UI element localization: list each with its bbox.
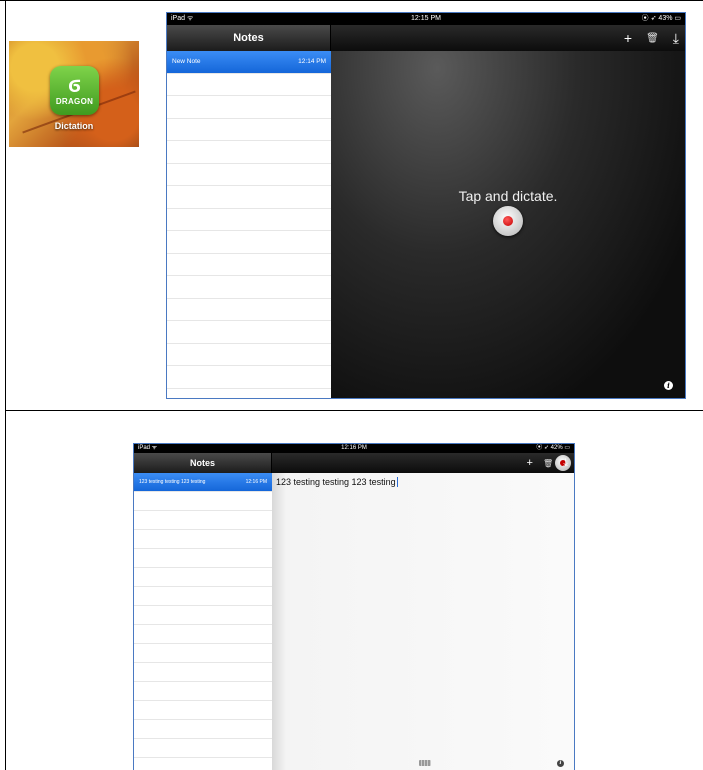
empty-row (167, 344, 331, 366)
ipad-screenshot-dictate: iPad ᯤ 12:15 PM ⦿ ➶ 43% ▭ Notes + 🗑 ⤓ Ne… (166, 12, 686, 399)
empty-row (167, 276, 331, 299)
empty-row (134, 663, 272, 682)
note-editor[interactable]: 123 testing testing 123 testing i (272, 473, 574, 770)
status-bar: iPad ᯤ 12:16 PM ⦿ ➶ 42% ▭ (134, 444, 574, 453)
editor-text[interactable]: 123 testing testing 123 testing (276, 477, 398, 487)
info-icon[interactable]: i (664, 381, 673, 390)
dragon-logo-icon: ϭ (68, 72, 81, 97)
dragon-dictation-app-icon[interactable]: ϭ DRAGON (50, 66, 99, 115)
trash-icon[interactable]: 🗑 (543, 459, 553, 468)
plus-icon[interactable]: + (624, 30, 632, 46)
list-item[interactable]: New Note 12:14 PM (167, 51, 331, 74)
empty-row (134, 530, 272, 549)
empty-row (167, 299, 331, 321)
note-time: 12:14 PM (298, 58, 326, 66)
dictation-prompt: Tap and dictate. (458, 188, 558, 204)
plus-icon[interactable]: + (527, 457, 533, 469)
empty-row (167, 209, 331, 231)
empty-row (167, 366, 331, 389)
empty-row (167, 74, 331, 96)
frame-line (5, 410, 703, 411)
battery-status: ⦿ ➶ 42% ▭ (536, 445, 570, 451)
empty-row (134, 720, 272, 739)
empty-row (134, 682, 272, 701)
empty-row (167, 164, 331, 186)
notes-title: Notes (167, 25, 331, 51)
status-time: 12:15 PM (411, 15, 441, 22)
notes-title: Notes (134, 453, 272, 473)
frame-line (0, 0, 703, 1)
trash-icon[interactable]: 🗑 (646, 33, 659, 44)
empty-row (134, 644, 272, 663)
dragon-logo-word: DRAGON (55, 97, 94, 106)
dragon-app-tile: ϭ DRAGON Dictation (9, 41, 139, 147)
notes-list: 123 testing testing 123 testing 12:16 PM (134, 473, 272, 770)
empty-row (134, 587, 272, 606)
empty-row (134, 739, 272, 758)
note-title: New Note (172, 58, 201, 66)
empty-row (134, 568, 272, 587)
list-item[interactable]: 123 testing testing 123 testing 12:16 PM (134, 473, 272, 492)
empty-row (134, 549, 272, 568)
empty-row (134, 701, 272, 720)
empty-row (167, 231, 331, 254)
ipad-screenshot-editor: iPad ᯤ 12:16 PM ⦿ ➶ 42% ▭ Notes + 🗑 ⤓ 12… (133, 443, 575, 770)
record-dot-icon (503, 216, 513, 226)
note-title: 123 testing testing 123 testing (139, 479, 206, 485)
note-time: 12:16 PM (245, 479, 267, 485)
empty-row (167, 141, 331, 164)
empty-row (134, 758, 272, 770)
toolbar: + 🗑 ⤓ (331, 25, 685, 51)
dictate-panel: Tap and dictate. i (331, 51, 685, 398)
status-bar: iPad ᯤ 12:15 PM ⦿ ➶ 43% ▭ (167, 13, 685, 25)
export-icon[interactable]: ⤓ (563, 457, 568, 470)
keyboard-icon[interactable] (419, 760, 431, 766)
empty-row (134, 511, 272, 530)
battery-status: ⦿ ➶ 43% ▭ (641, 15, 681, 22)
empty-row (167, 96, 331, 119)
record-button[interactable] (493, 206, 523, 236)
frame-line (5, 0, 6, 770)
empty-row (134, 492, 272, 511)
empty-row (167, 321, 331, 344)
notes-list: New Note 12:14 PM (167, 51, 331, 398)
empty-row (167, 186, 331, 209)
export-icon[interactable]: ⤓ (673, 30, 679, 47)
text-cursor (396, 477, 398, 487)
empty-row (167, 254, 331, 276)
info-icon[interactable]: i (557, 760, 564, 767)
app-label: Dictation (54, 121, 94, 131)
toolbar: + 🗑 ⤓ (272, 453, 574, 473)
status-time: 12:16 PM (341, 445, 367, 451)
editor-content: 123 testing testing 123 testing (276, 477, 396, 487)
empty-row (134, 625, 272, 644)
empty-row (134, 606, 272, 625)
empty-row (167, 119, 331, 141)
